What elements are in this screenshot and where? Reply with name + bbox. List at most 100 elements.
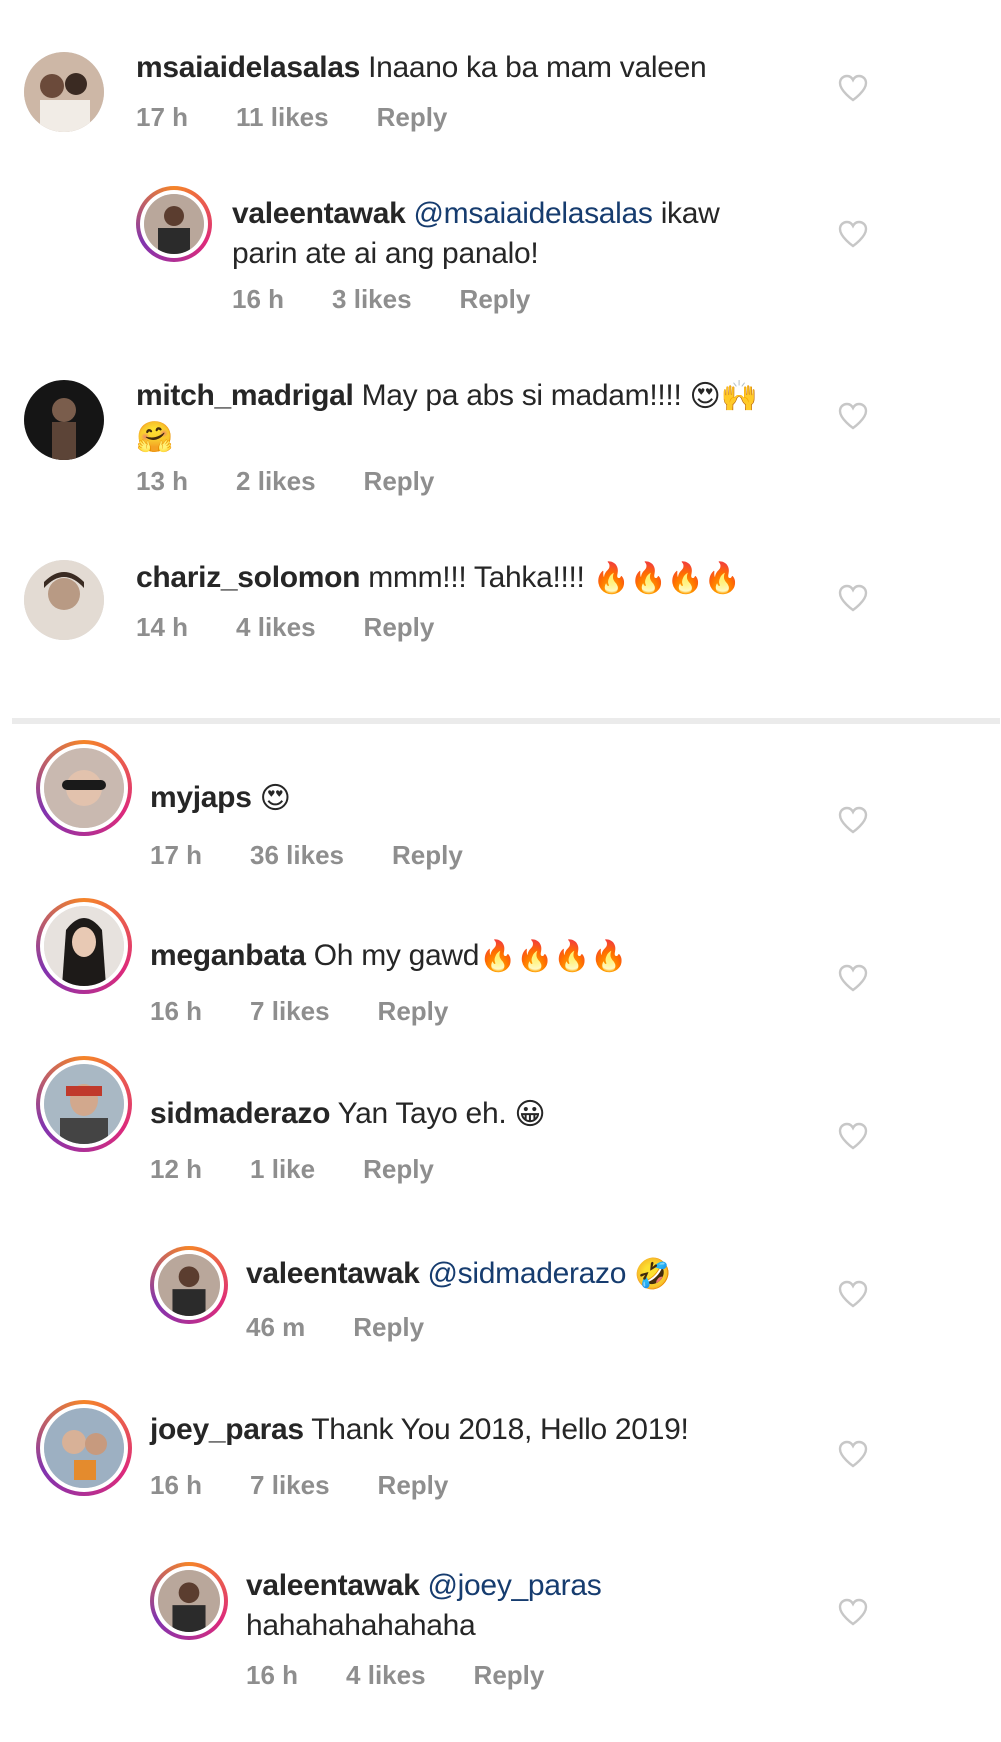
likes-count[interactable]: 4 likes [346,1660,426,1691]
comment-meta: 16 h 7 likes Reply [150,1470,448,1501]
reply-button[interactable]: Reply [392,840,463,871]
username-link[interactable]: chariz_solomon [136,561,360,594]
avatar-story-ring[interactable] [36,1400,132,1496]
avatar-story-ring[interactable] [36,1056,132,1152]
comment-meta: 16 h 4 likes Reply [246,1660,544,1691]
timestamp: 17 h [136,102,189,132]
username-link[interactable]: valeentawak [232,197,406,230]
heart-icon[interactable] [838,1280,868,1308]
comment-body: Yan Tayo eh. [337,1097,507,1130]
emoji: 😍 [259,782,291,816]
section-divider [12,718,1000,724]
comment-text: valeentawak @sidmaderazo 🤣 [246,1254,672,1295]
reply-button[interactable]: Reply [474,1660,545,1691]
avatar[interactable] [24,560,104,640]
emoji: 🔥🔥🔥🔥 [479,940,628,974]
avatar-story-ring[interactable] [36,740,132,836]
comment-body: Thank You 2018, Hello 2019! [311,1413,689,1446]
comment-text: valeentawak @msaiaidelasalas ikaw parin … [232,194,792,274]
reply-button[interactable]: Reply [378,996,449,1027]
username-link[interactable]: meganbata [150,939,306,972]
reply-button[interactable]: Reply [363,1154,434,1185]
comment-meta: 17 h 36 likes Reply [150,840,463,871]
avatar [44,748,124,828]
likes-count[interactable]: 3 likes [332,284,412,315]
avatar[interactable] [24,380,104,460]
timestamp: 16 h [150,1470,203,1500]
heart-icon[interactable] [838,806,868,834]
comment-text: myjaps 😍 [150,778,291,819]
mention-link[interactable]: @sidmaderazo [428,1257,627,1290]
timestamp: 16 h [246,1660,299,1690]
comment-meta: 16 h 7 likes Reply [150,996,448,1027]
avatar [44,906,124,986]
comment-text: msaiaidelasalas Inaano ka ba mam valeen [136,48,707,88]
avatar [158,1254,220,1316]
comment-body: May pa abs si madam!!!! [361,379,682,412]
likes-count[interactable]: 7 likes [250,1470,330,1501]
heart-icon[interactable] [838,1122,868,1150]
likes-count[interactable]: 11 likes [236,102,329,133]
comment-body: Inaano ka ba mam valeen [368,51,707,84]
timestamp: 16 h [232,284,285,314]
username-link[interactable]: myjaps [150,781,252,814]
timestamp: 12 h [150,1154,203,1184]
timestamp: 14 h [136,612,189,642]
reply-button[interactable]: Reply [378,1470,449,1501]
comment-meta: 17 h 11 likes Reply [136,102,447,133]
heart-icon[interactable] [838,402,868,430]
heart-icon[interactable] [838,964,868,992]
avatar-story-ring[interactable] [36,898,132,994]
avatar[interactable] [24,52,104,132]
timestamp: 17 h [150,840,203,870]
emoji: 🔥🔥🔥🔥 [592,562,742,596]
reply-button[interactable]: Reply [460,284,531,315]
timestamp: 13 h [136,466,189,496]
heart-icon[interactable] [838,584,868,612]
comment-body: mmm!!! Tahka!!!! [368,561,585,594]
comment-meta: 16 h 3 likes Reply [232,284,530,315]
comment-body: ikaw [660,197,720,230]
emoji: 😀 [514,1098,546,1132]
comment-text: meganbata Oh my gawd🔥🔥🔥🔥 [150,936,628,977]
reply-button[interactable]: Reply [377,102,448,133]
avatar [44,1064,124,1144]
username-link[interactable]: valeentawak [246,1569,420,1602]
emoji: 🤣 [634,1258,672,1292]
avatar-story-ring[interactable] [150,1562,228,1640]
likes-count[interactable]: 4 likes [236,612,316,643]
heart-icon[interactable] [838,220,868,248]
username-link[interactable]: sidmaderazo [150,1097,330,1130]
reply-button[interactable]: Reply [353,1312,424,1343]
avatar-story-ring[interactable] [150,1246,228,1324]
heart-icon[interactable] [838,74,868,102]
comment-body: Oh my gawd [313,939,480,972]
comment-text: mitch_madrigal May pa abs si madam!!!! 😍… [136,376,816,458]
username-link[interactable]: valeentawak [246,1257,420,1290]
username-link[interactable]: joey_paras [150,1413,304,1446]
reply-button[interactable]: Reply [364,466,435,497]
emoji: 😍🙌 [689,380,758,414]
comment-meta: 12 h 1 like Reply [150,1154,434,1185]
avatar-story-ring[interactable] [136,186,212,262]
comment-body: hahahahahahaha [246,1609,476,1642]
username-link[interactable]: mitch_madrigal [136,379,354,412]
likes-count[interactable]: 1 like [250,1154,315,1185]
heart-icon[interactable] [838,1440,868,1468]
heart-icon[interactable] [838,1598,868,1626]
comment-body-line2: parin ate ai ang panalo! [232,237,539,270]
username-link[interactable]: msaiaidelasalas [136,51,360,84]
likes-count[interactable]: 2 likes [236,466,316,497]
timestamp: 16 h [150,996,203,1026]
avatar [44,1408,124,1488]
mention-link[interactable]: @msaiaidelasalas [414,197,653,230]
emoji: 🤗 [136,421,174,455]
likes-count[interactable]: 36 likes [250,840,344,871]
comment-text: valeentawak @joey_paras hahahahahahaha [246,1566,806,1646]
reply-button[interactable]: Reply [364,612,435,643]
timestamp: 46 m [246,1312,306,1342]
mention-link[interactable]: @joey_paras [428,1569,602,1602]
comment-meta: 13 h 2 likes Reply [136,466,434,497]
likes-count[interactable]: 7 likes [250,996,330,1027]
avatar [158,1570,220,1632]
